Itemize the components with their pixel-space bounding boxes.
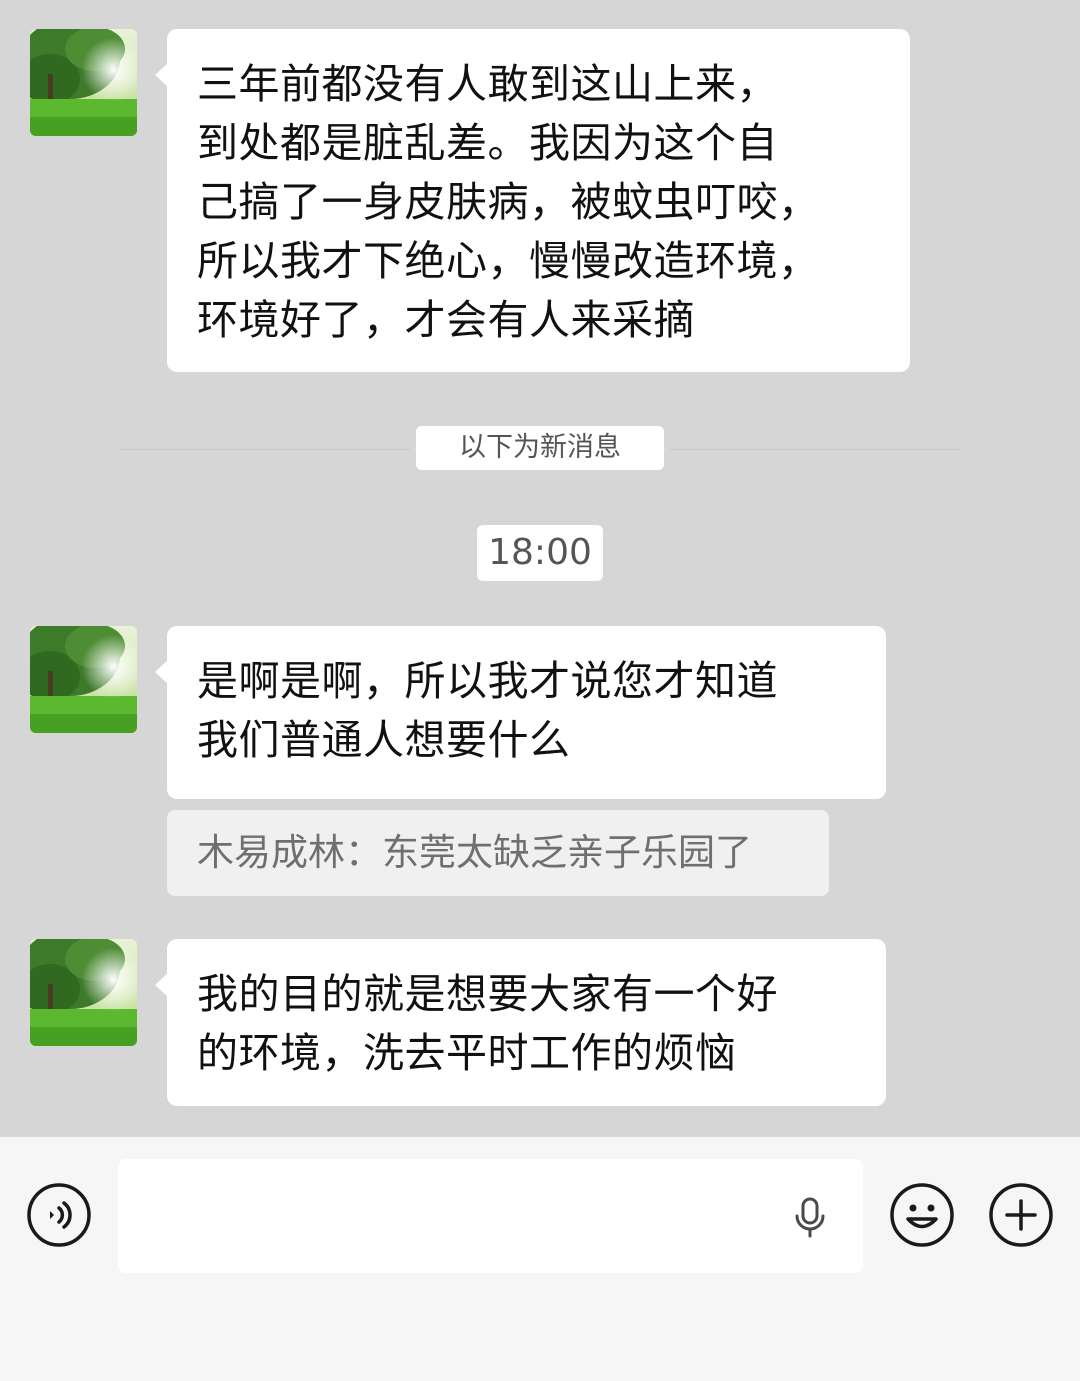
message-bubble[interactable]: 三年前都没有人敢到这山上来， 到处都是脏乱差。我因为这个自 己搞了一身皮肤病，被…	[155, 29, 910, 372]
message-text-line: 环境好了，才会有人来采摘	[197, 296, 695, 344]
message-text-line: 是啊是啊，所以我才说您才知道	[197, 657, 778, 705]
message-text-line: 我们普通人想要什么	[197, 716, 571, 764]
emoji-icon[interactable]	[889, 1182, 955, 1248]
microphone-icon[interactable]	[788, 1195, 832, 1239]
message-input[interactable]	[118, 1159, 863, 1273]
contact-avatar[interactable]	[30, 939, 137, 1046]
message-text-line: 己搞了一身皮肤病，被蚊虫叮咬，	[197, 178, 820, 226]
new-messages-divider: 以下为新消息	[416, 426, 664, 470]
divider-line-right	[670, 449, 960, 450]
divider-line-left	[120, 449, 410, 450]
message-text-line: 到处都是脏乱差。我因为这个自	[197, 119, 778, 167]
plus-icon[interactable]	[988, 1182, 1054, 1248]
message-text-line: 我的目的就是想要大家有一个好	[197, 970, 778, 1018]
message-bubble[interactable]: 是啊是啊，所以我才说您才知道 我们普通人想要什么	[155, 626, 886, 799]
message-text-line: 三年前都没有人敢到这山上来，	[197, 60, 778, 108]
voice-icon[interactable]	[26, 1182, 92, 1248]
message-bubble[interactable]: 我的目的就是想要大家有一个好 的环境，洗去平时工作的烦恼	[155, 939, 886, 1106]
quoted-message[interactable]: 木易成林：东莞太缺乏亲子乐园了	[167, 810, 829, 896]
chat-area[interactable]: 三年前都没有人敢到这山上来， 到处都是脏乱差。我因为这个自 己搞了一身皮肤病，被…	[0, 0, 1080, 1137]
timestamp: 18:00	[477, 525, 603, 581]
avatar-landscape-image	[30, 939, 137, 1046]
avatar-landscape-image	[30, 626, 137, 733]
message-text-line: 的环境，洗去平时工作的烦恼	[197, 1029, 737, 1077]
input-bar	[0, 1137, 1080, 1381]
avatar-landscape-image	[30, 29, 137, 136]
message-text-line: 所以我才下绝心，慢慢改造环境，	[197, 237, 820, 285]
contact-avatar[interactable]	[30, 29, 137, 136]
contact-avatar[interactable]	[30, 626, 137, 733]
